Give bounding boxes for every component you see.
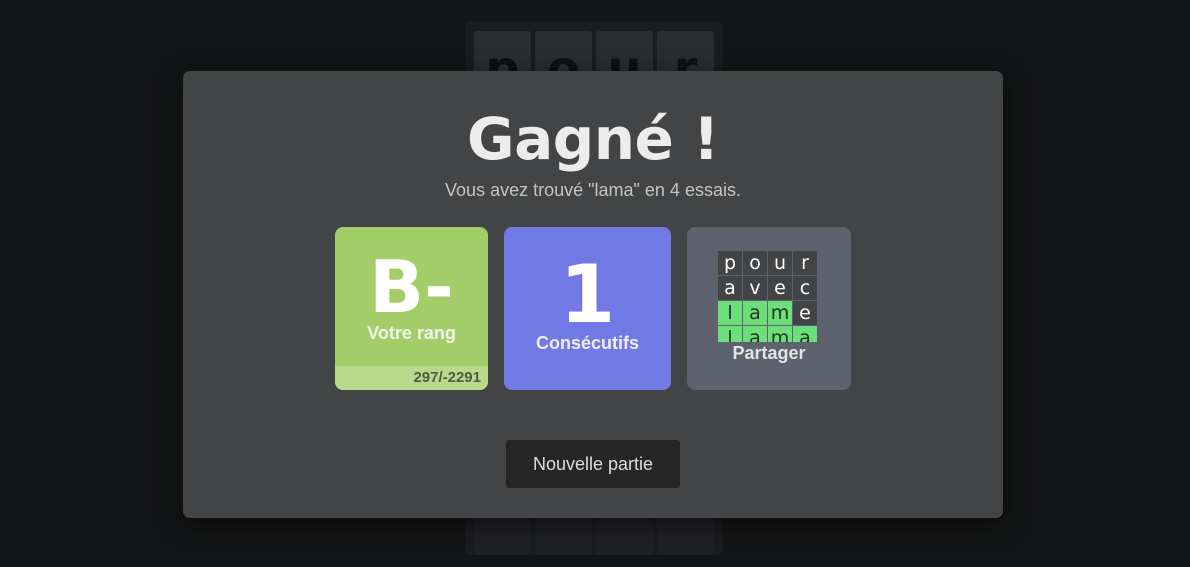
streak-label: Consécutifs [535, 333, 640, 353]
dialog-subtitle: Vous avez trouvé "lama" en 4 essais. [445, 180, 741, 200]
share-grid-row: lame [718, 301, 819, 325]
streak-card: 1 Consécutifs [504, 227, 671, 390]
share-grid-cell-correct: a [743, 301, 767, 325]
share-label: Partager [732, 343, 806, 363]
rank-value: B- [369, 245, 454, 329]
share-card[interactable]: pouraveclamelama Partager [687, 227, 851, 390]
share-grid-row: pour [718, 251, 819, 275]
share-grid-cell-correct: m [768, 301, 792, 325]
share-grid-row: avec [718, 276, 819, 300]
share-grid-cell-correct: l [718, 326, 742, 342]
board-cell: p [474, 31, 531, 75]
share-grid-cell: o [743, 251, 767, 275]
rank-score: 297/-2291 [413, 369, 481, 386]
share-grid-cell: v [743, 276, 767, 300]
share-grid-cell: r [793, 251, 817, 275]
share-grid-cell: c [793, 276, 817, 300]
share-grid-cell-correct: a [793, 326, 817, 342]
share-grid-cell: u [768, 251, 792, 275]
streak-value: 1 [559, 248, 616, 341]
game-screen: p o u r Gagné ! Vous avez trouvé "lama" … [0, 0, 1190, 567]
rank-footer: 297/-2291 [335, 366, 488, 390]
share-grid-cell: e [768, 276, 792, 300]
board-row-first: p o u r [474, 31, 714, 75]
share-grid-cell: a [718, 276, 742, 300]
win-dialog: Gagné ! Vous avez trouvé "lama" en 4 ess… [183, 71, 1003, 518]
dialog-title: Gagné ! [466, 105, 720, 173]
share-grid-cell-correct: l [718, 301, 742, 325]
share-grid-cell: e [793, 301, 817, 325]
share-grid-cell-correct: m [768, 326, 792, 342]
new-game-button[interactable]: Nouvelle partie [506, 440, 680, 488]
board-cell: o [535, 31, 592, 75]
share-grid-cell: p [718, 251, 742, 275]
rank-label: Votre rang [367, 323, 456, 343]
share-grid-preview: pouraveclamelama [718, 251, 819, 342]
board-cell: u [596, 31, 653, 75]
share-grid-row: lama [718, 326, 819, 342]
rank-card: B- Votre rang 297/-2291 [335, 227, 488, 390]
share-grid-cell-correct: a [743, 326, 767, 342]
board-cell: r [657, 31, 714, 75]
